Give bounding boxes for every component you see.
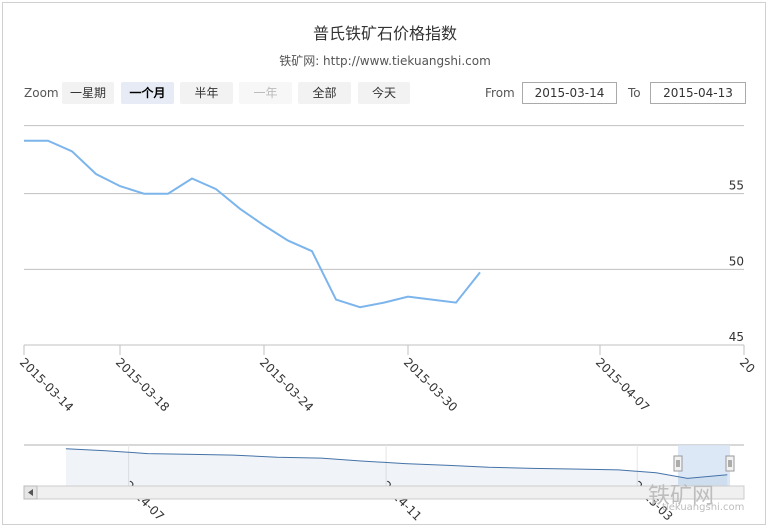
y-tick-label: 45: [729, 330, 744, 344]
navigator-scrollbar[interactable]: [23, 485, 745, 500]
y-tick-label: 50: [729, 254, 744, 268]
x-tick-label: 2015-03-14: [17, 355, 76, 414]
navigator-handle-left[interactable]: [673, 455, 683, 472]
x-tick-label: 2015-03-24: [257, 355, 316, 414]
x-tick-label: 2015-03-30: [401, 355, 460, 414]
main-grid: [24, 125, 744, 270]
chart-canvas: 455055 2015-03-14 2015-03-18 2015-03-24 201…: [17, 125, 758, 524]
x-tick-label: 2015-04-07: [593, 355, 652, 414]
navigator-handle-right[interactable]: [725, 455, 735, 472]
y-axis-labels: 45 50 55: [729, 179, 744, 344]
x-tick-label: 2015-03-18: [113, 355, 172, 414]
navigator[interactable]: 2014-07 2014-11 2015-03: [23, 444, 745, 524]
y-tick-label: 55: [729, 179, 744, 193]
watermark-url: tiekuangshi.com: [662, 502, 745, 513]
x-tick-label: 20: [737, 355, 758, 376]
x-axis-ticks: [23, 345, 745, 355]
x-axis-labels: 2015-03-14 2015-03-18 2015-03-24 2015-03-30…: [17, 355, 758, 414]
price-series-line: [24, 139, 481, 309]
